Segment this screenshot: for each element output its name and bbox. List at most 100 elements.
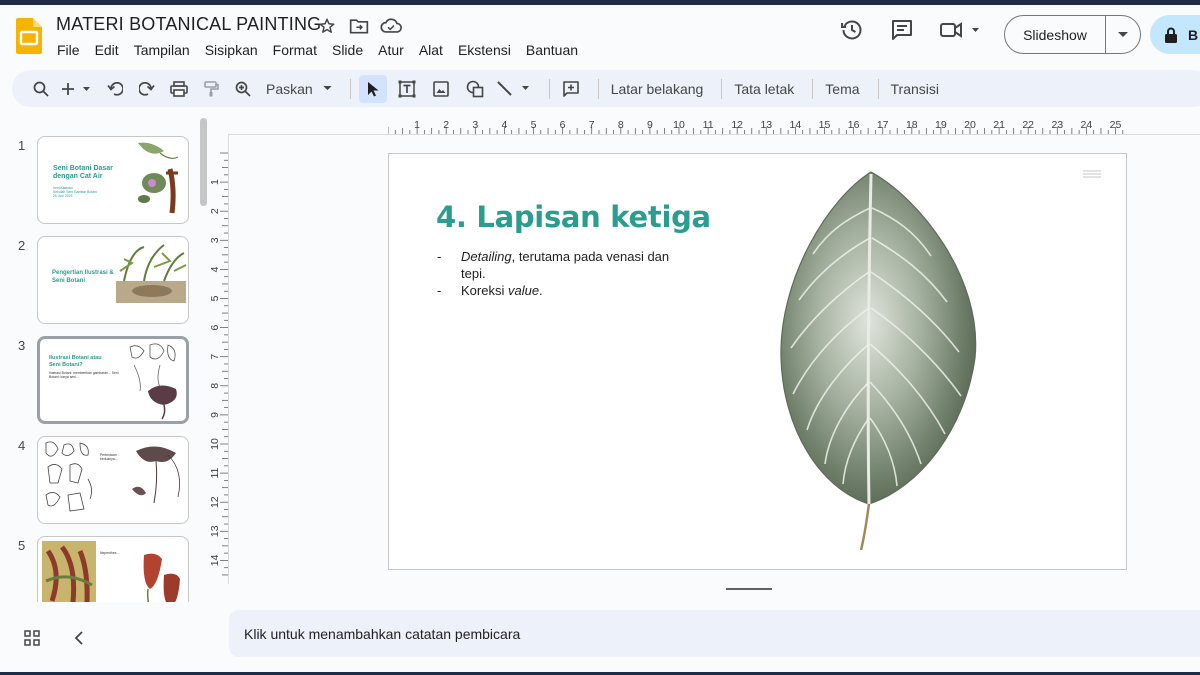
slides-logo-icon[interactable] — [16, 18, 42, 54]
shape-icon[interactable] — [461, 75, 489, 103]
zoom-label: Paskan — [266, 80, 313, 97]
slide-thumbnail[interactable]: Perbedaan keduanya... — [37, 436, 189, 524]
thumb-title: Ilustrasi Botani atau Seni Botani? — [49, 355, 102, 368]
ruler-label: 17 — [877, 119, 889, 131]
ruler-label: 19 — [935, 119, 947, 131]
slide-thumbnail[interactable]: Seni Botani Dasar dengan Cat Air Ireni K… — [37, 136, 189, 224]
filmstrip-item[interactable]: 1 Seni Botani Dasar dengan Cat Air Ireni… — [0, 136, 200, 226]
share-button[interactable]: B — [1150, 15, 1200, 54]
vertical-ruler[interactable]: 1234567891011121314 — [210, 137, 230, 577]
slide-body[interactable]: - Detailing, terutama pada venasi dan te… — [437, 248, 677, 299]
leaf-watercolor-image[interactable] — [769, 168, 989, 552]
zoom-dropdown[interactable]: Paskan — [262, 75, 336, 103]
botanical-sketch-icon — [45, 441, 92, 512]
slide-thumbnail[interactable]: Nepenthes ... — [37, 536, 189, 602]
ruler-label: 6 — [560, 119, 566, 131]
background-button[interactable]: Latar belakang — [607, 75, 708, 103]
menu-slide[interactable]: Slide — [332, 42, 371, 58]
botanical-illustration-icon — [42, 541, 96, 602]
meet-video-icon[interactable] — [936, 14, 984, 46]
bullet-prefix: Koreksi — [461, 283, 508, 298]
print-icon[interactable] — [166, 75, 192, 103]
menu-edit[interactable]: Edit — [95, 42, 127, 58]
ruler-label: 9 — [647, 119, 653, 131]
chevron-down-icon — [323, 86, 332, 91]
search-menus-icon[interactable] — [28, 75, 54, 103]
filmstrip-item[interactable]: 5 Nepenthes ... — [0, 536, 200, 602]
ruler-label: 25 — [1110, 119, 1122, 131]
grid-view-icon[interactable] — [24, 630, 40, 651]
ruler-label: 9 — [210, 412, 221, 418]
ruler-label: 2 — [443, 119, 449, 131]
ruler-label: 16 — [848, 119, 860, 131]
star-icon[interactable] — [316, 15, 338, 37]
bullet-dash: - — [437, 283, 442, 298]
menu-extensions[interactable]: Ekstensi — [458, 42, 519, 58]
menu-file[interactable]: File — [57, 42, 88, 58]
transition-button[interactable]: Transisi — [887, 75, 944, 103]
slideshow-button[interactable]: Slideshow — [1004, 15, 1141, 54]
theme-button[interactable]: Tema — [821, 75, 863, 103]
slide-number: 3 — [18, 338, 26, 353]
collapse-filmstrip-icon[interactable] — [74, 630, 84, 651]
ruler-label: 11 — [210, 467, 221, 478]
ruler-label: 3 — [472, 119, 478, 131]
ruler-label: 2 — [210, 208, 221, 214]
slide-thumbnail[interactable]: Pengertian Ilustrasi & Seni Botani — [37, 236, 189, 324]
current-slide[interactable]: 4. Lapisan ketiga - Detailing, terutama … — [388, 153, 1127, 570]
paint-format-icon[interactable] — [198, 75, 224, 103]
menu-bar: File Edit Tampilan Sisipkan Format Slide… — [57, 42, 593, 58]
ruler-label: 8 — [210, 383, 221, 389]
bullet-emphasis: value — [507, 283, 540, 298]
bullet-item: - Koreksi value. — [437, 282, 677, 299]
horizontal-ruler[interactable]: 1 2 3 4 5 6 7 8 9 10 11 12 13 14 15 16 17 18 19 20 21 22 23 24 2… — [388, 117, 1128, 135]
menu-arrange[interactable]: Atur — [378, 42, 412, 58]
menu-format[interactable]: Format — [273, 42, 325, 58]
slide-thumbnail-selected[interactable]: Ilustrasi Botani atau Seni Botani? Ilust… — [37, 336, 189, 424]
bullet-rest: . — [539, 283, 543, 298]
toolbar-divider — [597, 78, 599, 99]
menu-insert[interactable]: Sisipkan — [205, 42, 266, 58]
comments-icon[interactable] — [886, 14, 918, 46]
ruler-label: 7 — [589, 119, 595, 131]
ruler-label: 23 — [1051, 119, 1063, 131]
notes-resize-handle[interactable] — [726, 588, 772, 590]
undo-icon[interactable] — [102, 75, 128, 103]
thumb-body: Nepenthes ... — [100, 551, 121, 555]
slide-title[interactable]: 4. Lapisan ketiga — [436, 200, 711, 234]
menu-tools[interactable]: Alat — [419, 42, 451, 58]
menu-help[interactable]: Bantuan — [526, 42, 586, 58]
layout-button[interactable]: Tata letak — [730, 75, 798, 103]
slideshow-dropdown-icon[interactable] — [1106, 16, 1140, 53]
version-history-icon[interactable] — [836, 14, 868, 46]
slideshow-label[interactable]: Slideshow — [1005, 16, 1106, 53]
botanical-illustration-icon — [116, 244, 187, 303]
text-box-icon[interactable] — [393, 75, 421, 103]
ruler-label: 10 — [210, 438, 221, 450]
cloud-status-icon[interactable] — [380, 15, 402, 37]
speaker-notes[interactable]: Klik untuk menambahkan catatan pembicara — [229, 610, 1200, 657]
move-folder-icon[interactable] — [348, 15, 370, 37]
insert-image-icon[interactable] — [427, 75, 455, 103]
bullet-text: Detailing, terutama pada venasi dan tepi… — [461, 248, 677, 282]
redo-icon[interactable] — [134, 75, 160, 103]
add-comment-icon[interactable] — [558, 75, 584, 103]
ruler-label: 13 — [760, 119, 772, 131]
toolbar-divider — [548, 78, 550, 99]
filmstrip-item[interactable]: 2 Pengertian Ilustrasi & Seni Botani — [0, 236, 200, 326]
thumb-body: Ilustrasi Botani: memberikan gambaran...… — [49, 371, 119, 379]
line-tool-icon[interactable] — [495, 75, 535, 103]
thumb-title: Seni Botani Dasar dengan Cat Air — [53, 165, 113, 180]
new-slide-icon[interactable] — [60, 75, 96, 103]
filmstrip-item[interactable]: 4 Perbedaan keduanya... — [0, 436, 200, 526]
filmstrip-scrollbar[interactable] — [200, 118, 207, 206]
filmstrip-item[interactable]: 3 Ilustrasi Botani atau Seni Botani? Ilu… — [0, 336, 200, 426]
ruler-label: 11 — [703, 119, 714, 131]
zoom-icon[interactable] — [230, 75, 256, 103]
slide-options-icon[interactable] — [1082, 170, 1102, 178]
select-tool-icon[interactable] — [358, 74, 387, 103]
toolbar: Paskan Latar belakang Tata letak Tema Tr… — [12, 70, 1200, 107]
document-title[interactable]: MATERI BOTANICAL PAINTING — [56, 14, 321, 35]
toolbar-divider — [812, 78, 814, 99]
menu-view[interactable]: Tampilan — [134, 42, 198, 58]
